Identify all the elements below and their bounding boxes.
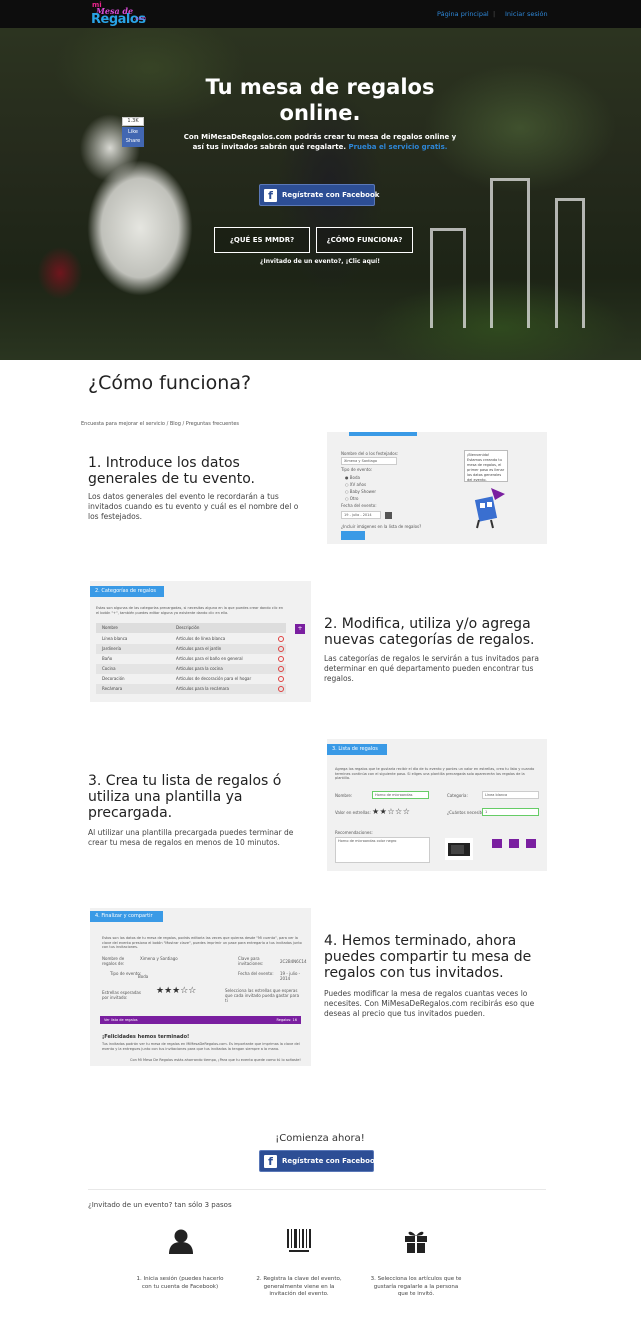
shot3-header: 3. Lista de regalos [327, 744, 387, 755]
step-4-screenshot: 4. Finalizar y compartir Estos son los d… [90, 908, 311, 1066]
how-section-title: ¿Cómo funciona? [88, 372, 252, 394]
how-it-works-button[interactable]: ¿CÓMO FUNCIONA? [316, 227, 413, 253]
facebook-register-button[interactable]: f Regístrate con Facebook [259, 184, 379, 206]
add-gift-button [492, 839, 502, 848]
facebook-register-button-bottom[interactable]: f Regístrate con Facebook [259, 1150, 379, 1172]
star-rating: ★★☆☆☆ [372, 807, 411, 816]
mascot-icon [474, 488, 505, 529]
step-4-description: Puedes modificar la mesa de regalos cuan… [324, 989, 535, 1018]
table-row: Línea blanca Artículos de línea blanca [96, 634, 286, 644]
step-2-title: 2. Modifica, utiliza y/o agrega nuevas c… [324, 616, 535, 648]
add-category-button: + [295, 624, 305, 634]
delete-gift-button [526, 839, 536, 848]
calendar-icon [385, 512, 392, 519]
nav-home-link[interactable]: Página principal [437, 10, 489, 18]
hero-chair-2 [555, 198, 585, 328]
facebook-like-widget[interactable]: 1.3K Like Share [122, 117, 144, 147]
like-count: 1.3K [122, 117, 144, 126]
shot4-header: 4. Finalizar y compartir [90, 911, 163, 922]
logo-text-4: .com [134, 16, 147, 22]
table-row: Recámara Artículos para la recámara [96, 684, 286, 694]
step-1-screenshot: Nombre del o los festejados: Ximena y Sa… [327, 432, 547, 544]
navbar: mi Mesa de Regalos .com Página principal… [0, 0, 641, 28]
guest-steps-title: ¿Invitado de un evento? tan sólo 3 pasos [88, 1201, 232, 1209]
step-1-description: Los datos generales del evento le record… [88, 492, 299, 521]
microwave-image [445, 838, 473, 860]
table-row: Cocina Artículos para la cocina [96, 664, 286, 674]
guest-step-2: 2. Registra la clave del evento, general… [256, 1276, 342, 1297]
guest-link[interactable]: ¿Invitado de un evento?, ¡Clic aquí! [230, 258, 410, 265]
guest-step-1: 1. Inicia sesión (puedes hacerlo con tu … [136, 1276, 224, 1290]
edit-gift-button [509, 839, 519, 848]
table-row: Baño Artículos para el baño en general [96, 654, 286, 664]
nav-separator: | [493, 10, 496, 18]
facebook-icon: f [264, 189, 277, 202]
step-2-description: Las categorías de regalos le servirán a … [324, 654, 539, 683]
hero-subtitle: Con MiMesaDeRegalos.com podrás crear tu … [183, 133, 457, 151]
gift-list-bar: Ver lista de regalos Regalos: 16 [100, 1016, 301, 1024]
barcode-icon [287, 1229, 311, 1252]
user-icon [169, 1229, 193, 1254]
table-row: Decoración Artículos de decoración para e… [96, 674, 286, 684]
what-is-button[interactable]: ¿QUÉ ES MMDR? [214, 227, 310, 253]
step-4-title: 4. Hemos terminado, ahora puedes compart… [324, 933, 532, 981]
step-1-title: 1. Introduce los datos generales de tu e… [88, 455, 255, 487]
shot1-speech-bubble: ¡Bienvenido! Estamos creando tu mesa de … [464, 450, 508, 482]
divider [88, 1189, 546, 1190]
shot1-header-bar [349, 432, 417, 436]
step-3-description: Al utilizar una plantilla precargada pue… [88, 828, 294, 847]
step-3-screenshot: 3. Lista de regalos Agrega los regalos q… [327, 739, 547, 871]
site-logo[interactable]: mi Mesa de Regalos .com [88, 1, 148, 27]
like-button[interactable]: Like Share [122, 127, 144, 147]
breadcrumb-links[interactable]: Encuesta para mejorar el servicio / Blog… [81, 421, 239, 427]
start-now-title: ¡Comienza ahora! [275, 1133, 365, 1144]
hero-chair-1 [490, 178, 530, 328]
hero-banner: Tu mesa de regalos online. 1.3K Like Sha… [0, 28, 641, 360]
shot2-header: 2. Categorías de regalos [90, 586, 164, 597]
gift-icon [405, 1231, 427, 1253]
shot1-toggle [341, 531, 365, 540]
guest-step-3: 3. Selecciona los artículos que te gusta… [370, 1276, 462, 1297]
step-2-screenshot: 2. Categorías de regalos Estas son algun… [90, 581, 311, 702]
facebook-icon: f [264, 1155, 277, 1168]
hero-chair-3 [430, 228, 466, 328]
nav-login-link[interactable]: Iniciar sesión [505, 10, 548, 18]
table-row: Jardinería Artículos para el jardín [96, 644, 286, 654]
try-free-link[interactable]: Prueba el servicio gratis. [348, 143, 447, 151]
hero-title: Tu mesa de regalos online. [205, 75, 435, 125]
step-3-title: 3. Crea tu lista de regalos ó utiliza un… [88, 773, 282, 821]
star-rating: ★★★☆☆ [156, 986, 197, 996]
